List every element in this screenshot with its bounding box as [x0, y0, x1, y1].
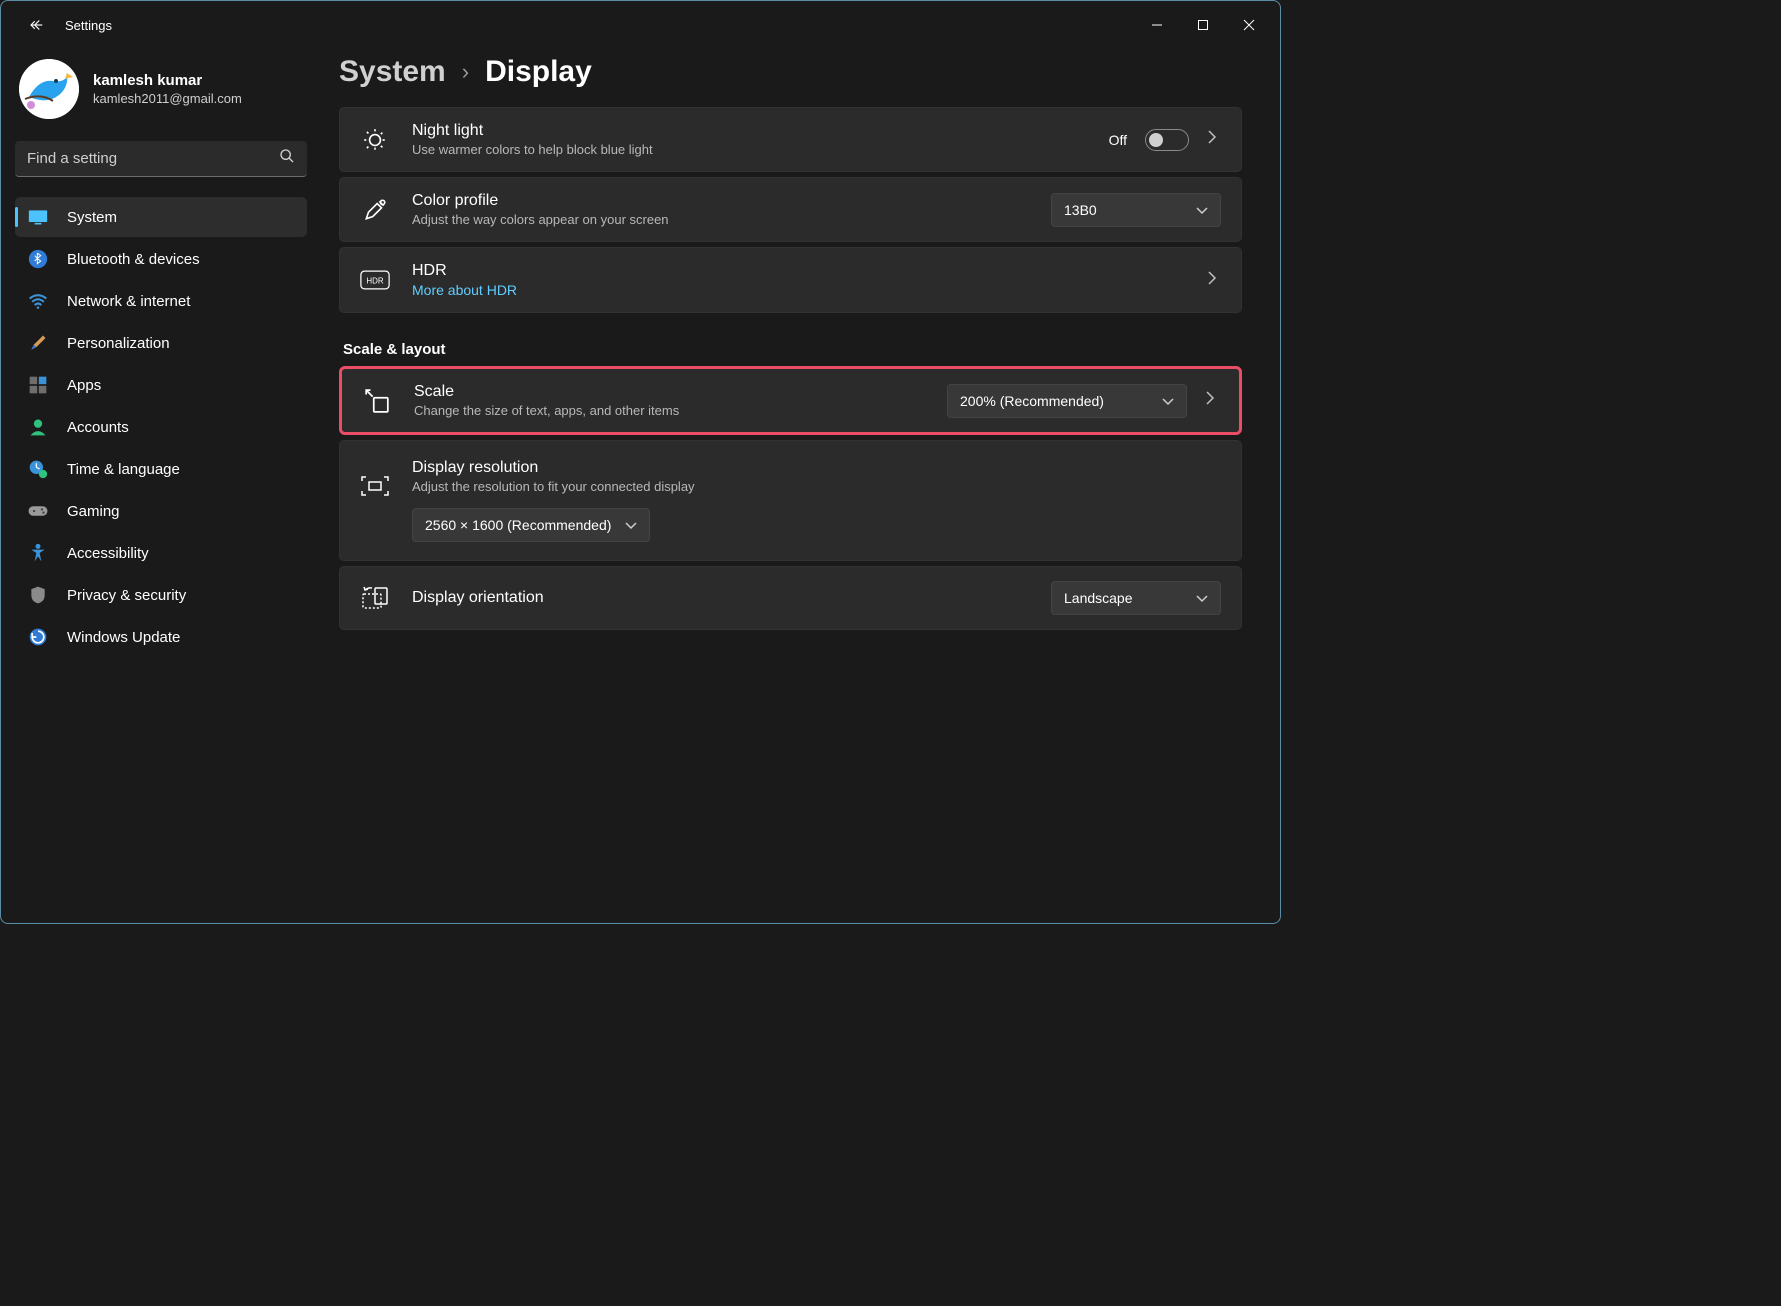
- sidebar-item-label: Time & language: [67, 461, 180, 478]
- profile-name: kamlesh kumar: [93, 72, 242, 89]
- search-icon: [279, 148, 295, 169]
- hdr-title: HDR: [412, 262, 1185, 280]
- paintbrush-icon: [27, 332, 49, 354]
- resolution-icon: [360, 471, 390, 501]
- titlebar: Settings: [1, 1, 1280, 49]
- section-scale-layout: Scale & layout: [343, 341, 1242, 358]
- minimize-button[interactable]: [1134, 9, 1180, 41]
- bluetooth-icon: [27, 248, 49, 270]
- sidebar-item-accounts[interactable]: Accounts: [15, 407, 307, 447]
- night-light-toggle[interactable]: [1145, 129, 1189, 151]
- main-content: System › Display Night light Use warmer …: [321, 49, 1280, 923]
- wifi-icon: [27, 290, 49, 312]
- chevron-down-icon: [625, 517, 637, 533]
- sidebar: kamlesh kumar kamlesh2011@gmail.com Syst…: [1, 49, 321, 923]
- sidebar-item-label: Bluetooth & devices: [67, 251, 200, 268]
- color-profile-row[interactable]: Color profile Adjust the way colors appe…: [339, 177, 1242, 242]
- sidebar-item-personalization[interactable]: Personalization: [15, 323, 307, 363]
- night-light-icon: [360, 125, 390, 155]
- scale-sub: Change the size of text, apps, and other…: [414, 403, 925, 418]
- color-profile-title: Color profile: [412, 192, 1029, 210]
- eyedropper-icon: [360, 195, 390, 225]
- scale-title: Scale: [414, 383, 925, 401]
- close-button[interactable]: [1226, 9, 1272, 41]
- apps-icon: [27, 374, 49, 396]
- chevron-right-icon[interactable]: [1207, 129, 1221, 150]
- night-light-state: Off: [1109, 132, 1127, 148]
- sidebar-item-network[interactable]: Network & internet: [15, 281, 307, 321]
- search-input[interactable]: [27, 150, 279, 167]
- scale-row[interactable]: Scale Change the size of text, apps, and…: [339, 366, 1242, 435]
- search-input-wrapper[interactable]: [15, 141, 307, 177]
- orientation-value: Landscape: [1064, 590, 1133, 606]
- chevron-down-icon: [1162, 393, 1174, 409]
- sidebar-item-label: Windows Update: [67, 629, 180, 646]
- display-resolution-row[interactable]: Display resolution Adjust the resolution…: [339, 440, 1242, 561]
- sidebar-item-accessibility[interactable]: Accessibility: [15, 533, 307, 573]
- sidebar-item-label: Accounts: [67, 419, 129, 436]
- night-light-title: Night light: [412, 122, 1087, 140]
- hdr-more-link[interactable]: More about HDR: [412, 282, 1185, 298]
- update-icon: [27, 626, 49, 648]
- sidebar-item-label: Network & internet: [67, 293, 190, 310]
- display-orientation-row[interactable]: Display orientation Landscape: [339, 566, 1242, 630]
- window-title: Settings: [65, 18, 112, 33]
- chevron-right-icon[interactable]: [1205, 390, 1219, 411]
- person-icon: [27, 416, 49, 438]
- sidebar-item-privacy[interactable]: Privacy & security: [15, 575, 307, 615]
- sidebar-item-apps[interactable]: Apps: [15, 365, 307, 405]
- orientation-icon: [360, 583, 390, 613]
- resolution-dropdown[interactable]: 2560 × 1600 (Recommended): [412, 508, 650, 542]
- sidebar-item-windows-update[interactable]: Windows Update: [15, 617, 307, 657]
- hdr-row[interactable]: HDR HDR More about HDR: [339, 247, 1242, 313]
- chevron-down-icon: [1196, 202, 1208, 218]
- chevron-right-icon[interactable]: [1207, 270, 1221, 291]
- resolution-title: Display resolution: [412, 459, 1221, 477]
- profile-block[interactable]: kamlesh kumar kamlesh2011@gmail.com: [15, 59, 307, 119]
- gamepad-icon: [27, 500, 49, 522]
- sidebar-item-label: Personalization: [67, 335, 170, 352]
- avatar: [19, 59, 79, 119]
- accessibility-icon: [27, 542, 49, 564]
- profile-email: kamlesh2011@gmail.com: [93, 91, 242, 106]
- sidebar-item-label: Apps: [67, 377, 101, 394]
- maximize-button[interactable]: [1180, 9, 1226, 41]
- sidebar-item-label: Privacy & security: [67, 587, 186, 604]
- color-profile-value: 13B0: [1064, 202, 1097, 218]
- clock-globe-icon: [27, 458, 49, 480]
- resolution-sub: Adjust the resolution to fit your connec…: [412, 479, 1221, 494]
- svg-text:HDR: HDR: [366, 277, 383, 286]
- breadcrumb: System › Display: [339, 55, 1242, 89]
- night-light-row[interactable]: Night light Use warmer colors to help bl…: [339, 107, 1242, 172]
- hdr-icon: HDR: [360, 265, 390, 295]
- sidebar-item-system[interactable]: System: [15, 197, 307, 237]
- orientation-dropdown[interactable]: Landscape: [1051, 581, 1221, 615]
- sidebar-item-bluetooth[interactable]: Bluetooth & devices: [15, 239, 307, 279]
- color-profile-sub: Adjust the way colors appear on your scr…: [412, 212, 1029, 227]
- breadcrumb-parent[interactable]: System: [339, 55, 446, 89]
- color-profile-dropdown[interactable]: 13B0: [1051, 193, 1221, 227]
- sidebar-item-label: Gaming: [67, 503, 120, 520]
- sidebar-item-label: System: [67, 209, 117, 226]
- breadcrumb-current: Display: [485, 55, 592, 89]
- chevron-right-icon: ›: [462, 59, 469, 85]
- chevron-down-icon: [1196, 590, 1208, 606]
- nav-list: System Bluetooth & devices Network & int…: [15, 197, 307, 659]
- resolution-value: 2560 × 1600 (Recommended): [425, 517, 611, 533]
- sidebar-item-time-language[interactable]: Time & language: [15, 449, 307, 489]
- shield-icon: [27, 584, 49, 606]
- back-button[interactable]: [27, 15, 47, 35]
- scale-icon: [362, 386, 392, 416]
- orientation-title: Display orientation: [412, 589, 1029, 607]
- scale-value: 200% (Recommended): [960, 393, 1104, 409]
- system-icon: [27, 206, 49, 228]
- scale-dropdown[interactable]: 200% (Recommended): [947, 384, 1187, 418]
- night-light-sub: Use warmer colors to help block blue lig…: [412, 142, 1087, 157]
- sidebar-item-gaming[interactable]: Gaming: [15, 491, 307, 531]
- sidebar-item-label: Accessibility: [67, 545, 149, 562]
